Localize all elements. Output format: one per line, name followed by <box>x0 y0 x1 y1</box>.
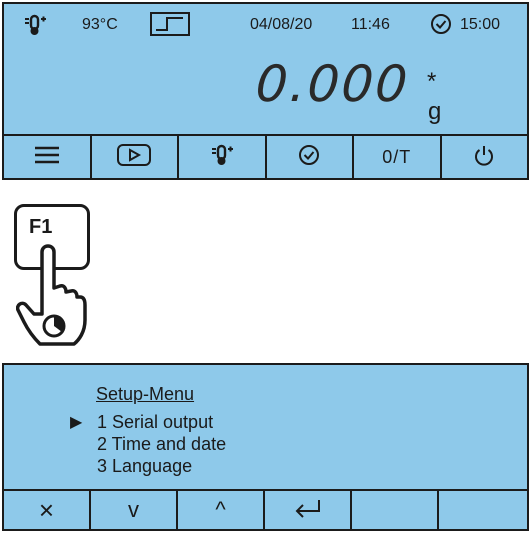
time-readout: 11:46 <box>351 16 390 33</box>
cancel-softkey[interactable]: × <box>4 491 91 529</box>
menu-item-language[interactable]: 3 Language <box>97 456 192 477</box>
power-softkey[interactable] <box>442 136 528 178</box>
weight-value: 0.000 <box>253 55 412 113</box>
setup-menu-title: Setup-Menu <box>96 384 195 404</box>
setup-menu-display: Setup-Menu ▶ 1 Serial output 2 Time and … <box>2 363 529 531</box>
enter-softkey[interactable] <box>265 491 352 529</box>
empty-softkey-6[interactable] <box>439 491 527 529</box>
step-signal-icon <box>150 12 190 36</box>
temperature-readout: 93°C <box>82 16 118 33</box>
menu-item-time-and-date[interactable]: 2 Time and date <box>97 434 226 455</box>
weight-unit: g <box>428 98 442 125</box>
play-icon <box>117 143 152 171</box>
scale-display: 93°C 04/08/20 11:46 15:00 0.000 * g 0/T <box>2 2 529 180</box>
check-softkey[interactable] <box>267 136 354 178</box>
up-softkey[interactable]: ^ <box>178 491 265 529</box>
chevron-down-icon: v <box>128 497 139 522</box>
tare-label: 0/T <box>382 146 412 167</box>
menu-icon <box>34 145 60 170</box>
chevron-up-icon: ^ <box>215 497 226 522</box>
finger-press-icon <box>15 240 88 357</box>
timer-readout: 15:00 <box>460 16 501 33</box>
menu-item-serial-output[interactable]: 1 Serial output <box>97 412 213 433</box>
menu-softkey-bar: × v ^ <box>4 489 527 529</box>
softkey-bar: 0/T <box>4 134 527 178</box>
close-icon: × <box>38 495 55 525</box>
stability-indicator: * <box>427 68 437 95</box>
power-icon <box>473 144 495 171</box>
selection-pointer-icon: ▶ <box>70 414 83 431</box>
thermometer-icon <box>209 144 235 171</box>
down-softkey[interactable]: v <box>91 491 178 529</box>
clock-check-icon <box>298 144 320 171</box>
clock-check-icon <box>430 13 452 35</box>
tare-softkey[interactable]: 0/T <box>354 136 442 178</box>
play-softkey[interactable] <box>92 136 179 178</box>
temperature-softkey[interactable] <box>179 136 267 178</box>
enter-icon <box>293 498 323 523</box>
thermometer-icon <box>22 14 48 36</box>
menu-softkey[interactable] <box>4 136 92 178</box>
status-bar: 93°C 04/08/20 11:46 15:00 <box>4 4 527 48</box>
f1-key-label: F1 <box>29 216 53 238</box>
empty-softkey-5[interactable] <box>352 491 439 529</box>
date-readout: 04/08/20 <box>250 16 313 33</box>
